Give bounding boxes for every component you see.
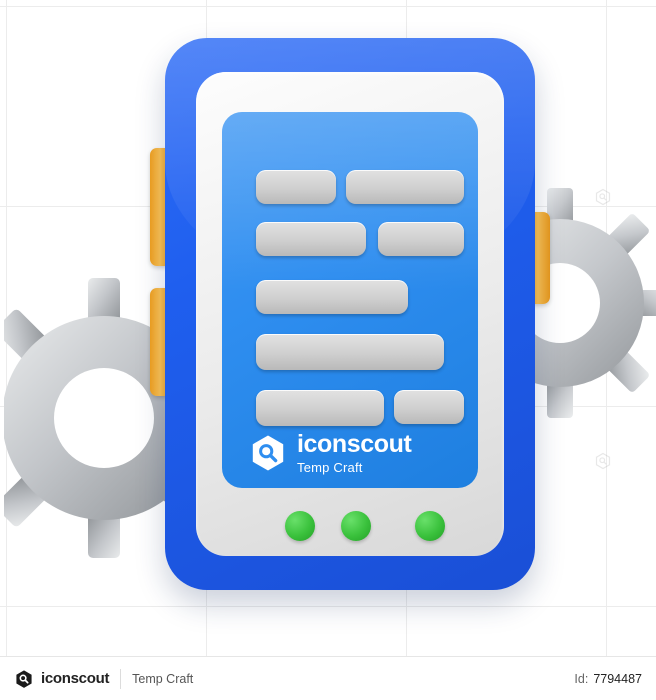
footer-brand-label: iconscout — [41, 670, 110, 687]
artwork-watermark-subtitle: Temp Craft — [297, 460, 363, 475]
iconscout-logo-icon — [14, 669, 34, 689]
footer-brand-group[interactable]: iconscout — [14, 669, 109, 689]
artwork-watermark-text: iconscout Temp Craft — [297, 430, 412, 475]
tablet-device: iconscout Temp Craft — [0, 0, 656, 656]
artwork-watermark-brand: iconscout — [297, 430, 412, 458]
content-bar — [256, 170, 336, 204]
home-dot-1 — [285, 511, 315, 541]
footer-id-label: Id: — [574, 671, 589, 686]
home-dot-3 — [415, 511, 445, 541]
content-bar — [256, 280, 408, 314]
artwork-canvas: iconscout Temp Craft — [0, 0, 656, 656]
footer-bar: iconscout Temp Craft Id: 7794487 — [0, 656, 656, 700]
home-dot-2 — [341, 511, 371, 541]
content-bar — [346, 170, 464, 204]
artwork-watermark: iconscout Temp Craft — [248, 430, 412, 475]
footer-divider — [120, 668, 122, 689]
screenshot-root: iconscout Temp Craft iconscout Temp Craf… — [0, 0, 656, 700]
footer-id-group: Id: 7794487 — [574, 672, 642, 686]
content-bar — [378, 222, 464, 256]
footer-asset-title: Temp Craft — [132, 671, 194, 686]
content-bar — [394, 390, 464, 424]
content-bar — [256, 390, 384, 426]
iconscout-logo-icon — [248, 433, 288, 473]
content-bar — [256, 222, 366, 256]
content-bar — [256, 334, 444, 370]
footer-id-value: 7794487 — [593, 671, 642, 686]
